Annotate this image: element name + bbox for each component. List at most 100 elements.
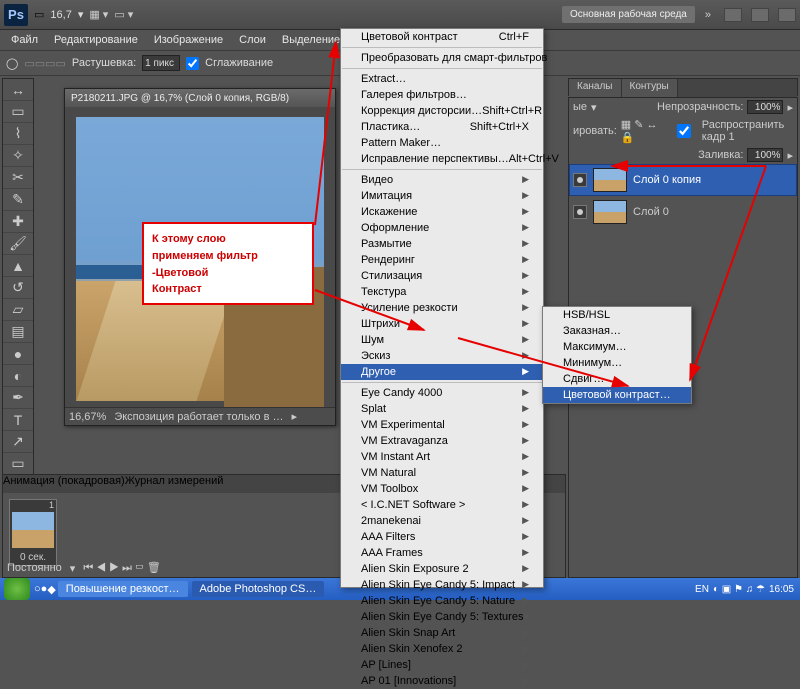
lang-indicator[interactable]: EN <box>695 584 709 595</box>
menu-item[interactable]: Цветовой контрастCtrl+F <box>341 29 543 45</box>
menu-item[interactable]: VM Experimental▶ <box>341 417 543 433</box>
menu-item[interactable]: < I.C.NET Software >▶ <box>341 497 543 513</box>
tab-animation[interactable]: Анимация (покадровая) <box>3 475 125 493</box>
menu-item[interactable]: Сдвиг… <box>543 371 691 387</box>
document-title[interactable]: P2180211.JPG @ 16,7% (Слой 0 копия, RGB/… <box>65 89 335 107</box>
menu-item[interactable]: Минимум… <box>543 355 691 371</box>
close-button[interactable] <box>778 8 796 22</box>
crop-tool[interactable]: ✂ <box>3 167 33 189</box>
minimize-button[interactable] <box>724 8 742 22</box>
menu-item[interactable]: Рендеринг▶ <box>341 252 543 268</box>
menu-item[interactable]: Цветовой контраст… <box>543 387 691 403</box>
system-tray[interactable]: EN ◐ ▣ ⚑ ♫ ☂ 16:05 <box>689 584 800 595</box>
animation-frame[interactable]: 1 0 сек. <box>9 499 57 566</box>
menu-item[interactable]: Преобразовать для смарт-фильтров <box>341 50 543 66</box>
feather-input[interactable] <box>142 55 180 71</box>
menu-image[interactable]: Изображение <box>147 32 230 48</box>
menu-select[interactable]: Выделение <box>275 32 347 48</box>
menu-item[interactable]: Усиление резкости▶ <box>341 300 543 316</box>
menu-item[interactable]: Alien Skin Eye Candy 5: Textures▶ <box>341 609 543 625</box>
path-tool[interactable]: ↗ <box>3 431 33 453</box>
layer-name[interactable]: Слой 0 копия <box>633 174 701 186</box>
gradient-tool[interactable]: ▤ <box>3 321 33 343</box>
menu-item[interactable]: Alien Skin Eye Candy 5: Nature▶ <box>341 593 543 609</box>
menu-item[interactable]: VM Natural▶ <box>341 465 543 481</box>
menu-item[interactable]: Extract… <box>341 71 543 87</box>
menu-item[interactable]: Эскиз▶ <box>341 348 543 364</box>
menu-item[interactable]: Alien Skin Xenofex 2▶ <box>341 641 543 657</box>
layer-thumbnail[interactable] <box>593 168 627 192</box>
menu-item[interactable]: Пластика…Shift+Ctrl+X <box>341 119 543 135</box>
menu-item[interactable]: VM Toolbox▶ <box>341 481 543 497</box>
menu-item[interactable]: Размытие▶ <box>341 236 543 252</box>
menu-edit[interactable]: Редактирование <box>47 32 145 48</box>
screen-icon[interactable]: ▭ ▾ <box>114 8 133 21</box>
chevron-right-icon[interactable]: » <box>705 9 711 21</box>
menu-layers[interactable]: Слои <box>232 32 273 48</box>
quicklaunch-icon[interactable]: ○ <box>34 583 41 595</box>
menu-item[interactable]: Имитация▶ <box>341 188 543 204</box>
menu-item[interactable]: Стилизация▶ <box>341 268 543 284</box>
pen-tool[interactable]: ✒ <box>3 387 33 409</box>
visibility-icon[interactable] <box>573 205 587 219</box>
menu-item[interactable]: Искажение▶ <box>341 204 543 220</box>
brush-tool[interactable]: 🖌 <box>3 233 33 255</box>
tab-paths[interactable]: Контуры <box>622 79 678 97</box>
menu-item[interactable]: Alien Skin Exposure 2▶ <box>341 561 543 577</box>
marquee-tool[interactable]: ▭ <box>3 101 33 123</box>
hand-icon[interactable]: ▭ <box>34 8 44 21</box>
loop-selector[interactable]: Постоянно <box>7 562 62 574</box>
menu-item[interactable]: 2manekenai▶ <box>341 513 543 529</box>
menu-item[interactable]: AP [Lines]▶ <box>341 657 543 673</box>
blur-tool[interactable]: ● <box>3 343 33 365</box>
menu-item[interactable]: AAA Frames▶ <box>341 545 543 561</box>
menu-item[interactable]: Другое▶ <box>341 364 543 380</box>
menu-item[interactable]: Текстура▶ <box>341 284 543 300</box>
menu-file[interactable]: Файл <box>4 32 45 48</box>
menu-item[interactable]: Alien Skin Snap Art▶ <box>341 625 543 641</box>
menu-item[interactable]: VM Instant Art▶ <box>341 449 543 465</box>
menu-item[interactable]: Галерея фильтров… <box>341 87 543 103</box>
tab-channels[interactable]: Каналы <box>569 79 622 97</box>
lasso-tool[interactable]: ⌇ <box>3 123 33 145</box>
visibility-icon[interactable] <box>573 173 587 187</box>
menu-item[interactable]: Alien Skin Eye Candy 5: Impact▶ <box>341 577 543 593</box>
menu-item[interactable]: Исправление перспективы…Alt+Ctrl+V <box>341 151 543 167</box>
layer-row[interactable]: Слой 0 <box>569 196 797 228</box>
maximize-button[interactable] <box>751 8 769 22</box>
layer-name[interactable]: Слой 0 <box>633 206 669 218</box>
wand-tool[interactable]: ✧ <box>3 145 33 167</box>
view-icon[interactable]: ▦ ▾ <box>89 8 108 21</box>
shape-tool[interactable]: ▭ <box>3 453 33 475</box>
menu-item[interactable]: AAA Filters▶ <box>341 529 543 545</box>
menu-item[interactable]: Pattern Maker… <box>341 135 543 151</box>
menu-item[interactable]: Коррекция дисторсии…Shift+Ctrl+R <box>341 103 543 119</box>
menu-item[interactable]: Шум▶ <box>341 332 543 348</box>
layer-row[interactable]: Слой 0 копия <box>569 164 797 196</box>
quicklaunch-icon[interactable]: ● <box>41 583 48 595</box>
menu-item[interactable]: Оформление▶ <box>341 220 543 236</box>
eraser-tool[interactable]: ▱ <box>3 299 33 321</box>
menu-item[interactable]: Видео▶ <box>341 172 543 188</box>
workspace-switcher[interactable]: Основная рабочая среда <box>562 6 695 23</box>
history-brush-tool[interactable]: ↺ <box>3 277 33 299</box>
menu-item[interactable]: Заказная… <box>543 323 691 339</box>
menu-item[interactable]: Splat▶ <box>341 401 543 417</box>
move-tool[interactable]: ↔ <box>3 79 33 101</box>
stamp-tool[interactable]: ▲ <box>3 255 33 277</box>
antialias-checkbox[interactable] <box>186 57 199 70</box>
propagate-checkbox[interactable] <box>670 124 698 138</box>
taskbar-task[interactable]: Adobe Photoshop CS… <box>192 581 325 597</box>
layer-thumbnail[interactable] <box>593 200 627 224</box>
quicklaunch-icon[interactable]: ◆ <box>47 583 55 596</box>
start-button[interactable] <box>4 578 30 600</box>
playback-controls[interactable]: ⏮ ◀ ▶ ⏭ ▭ 🗑 <box>83 561 160 575</box>
heal-tool[interactable]: ✚ <box>3 211 33 233</box>
menu-item[interactable]: VM Extravaganza▶ <box>341 433 543 449</box>
menu-item[interactable]: Штрихи▶ <box>341 316 543 332</box>
lock-icons[interactable]: ▦ ✎ ↔ 🔒 <box>621 118 662 144</box>
dodge-tool[interactable]: ◐ <box>3 365 33 387</box>
type-tool[interactable]: T <box>3 409 33 431</box>
menu-item[interactable]: Максимум… <box>543 339 691 355</box>
menu-item[interactable]: Eye Candy 4000▶ <box>341 385 543 401</box>
